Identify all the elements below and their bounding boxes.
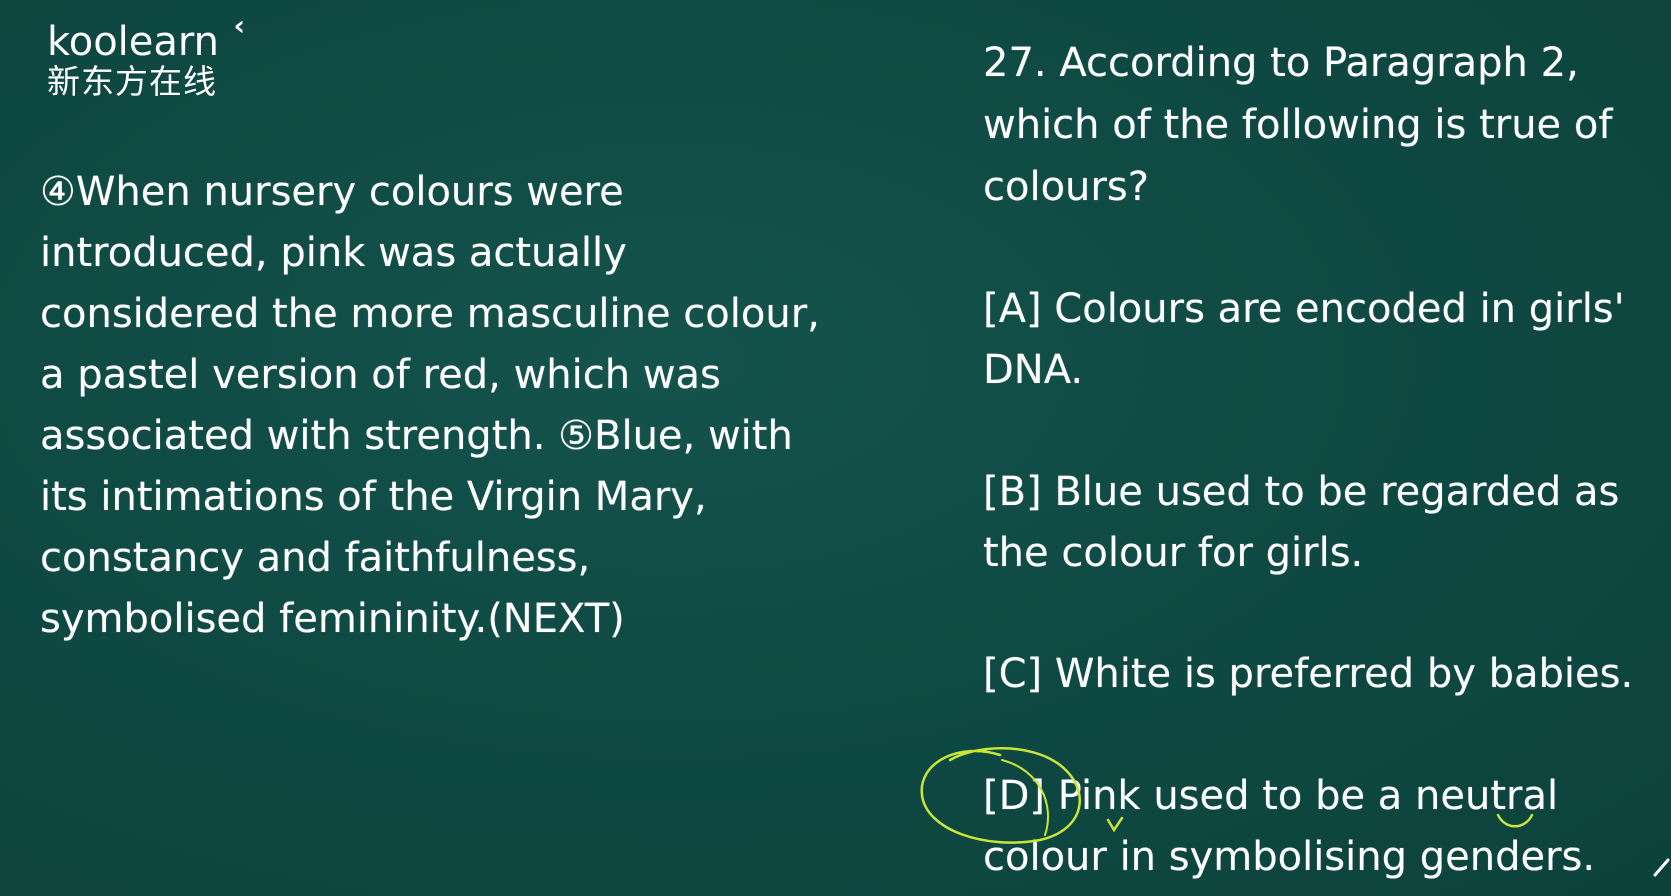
option-c[interactable]: [C] White is preferred by babies. (983, 644, 1671, 705)
question-stem: 27. According to Paragraph 2, which of t… (983, 32, 1671, 218)
passage-line: symbolised femininity.(NEXT) (40, 596, 625, 642)
option-d-line: [D] Pink used to be a neutral (983, 773, 1559, 819)
option-a-line: DNA. (983, 347, 1084, 393)
passage-line: introduced, pink was actually (40, 230, 627, 276)
koolearn-logo: koolearn ‹ 新东方在线 (47, 9, 287, 101)
passage-line: associated with strength. ⑤Blue, with (40, 413, 793, 459)
option-d[interactable]: [D] Pink used to be a neutral colour in … (983, 766, 1671, 888)
option-b[interactable]: [B] Blue used to be regarded as the colo… (983, 462, 1671, 584)
passage-line: ④When nursery colours were (40, 169, 624, 215)
reading-passage: ④When nursery colours were introduced, p… (40, 162, 920, 650)
option-a-line: [A] Colours are encoded in girls' (983, 286, 1625, 332)
question-line: colours? (983, 164, 1149, 210)
logo-mark-icon: ‹ (233, 9, 246, 42)
option-a[interactable]: [A] Colours are encoded in girls' DNA. (983, 279, 1671, 401)
passage-line: its intimations of the Virgin Mary, (40, 474, 707, 520)
question-line: 27. According to Paragraph 2, (983, 40, 1579, 86)
logo-brand-text: koolearn ‹ (47, 9, 246, 65)
option-c-line: [C] White is preferred by babies. (983, 651, 1634, 697)
option-d-line: colour in symbolising genders. (983, 834, 1596, 880)
option-b-line: [B] Blue used to be regarded as (983, 469, 1620, 515)
passage-line: considered the more masculine colour, (40, 291, 820, 337)
passage-line: a pastel version of red, which was (40, 352, 721, 398)
question-line: which of the following is true of (983, 102, 1613, 148)
slide: koolearn ‹ 新东方在线 ④When nursery colours we… (0, 0, 1671, 896)
option-b-line: the colour for girls. (983, 530, 1364, 576)
logo-chinese-text: 新东方在线 (47, 62, 217, 101)
passage-line: constancy and faithfulness, (40, 535, 591, 581)
